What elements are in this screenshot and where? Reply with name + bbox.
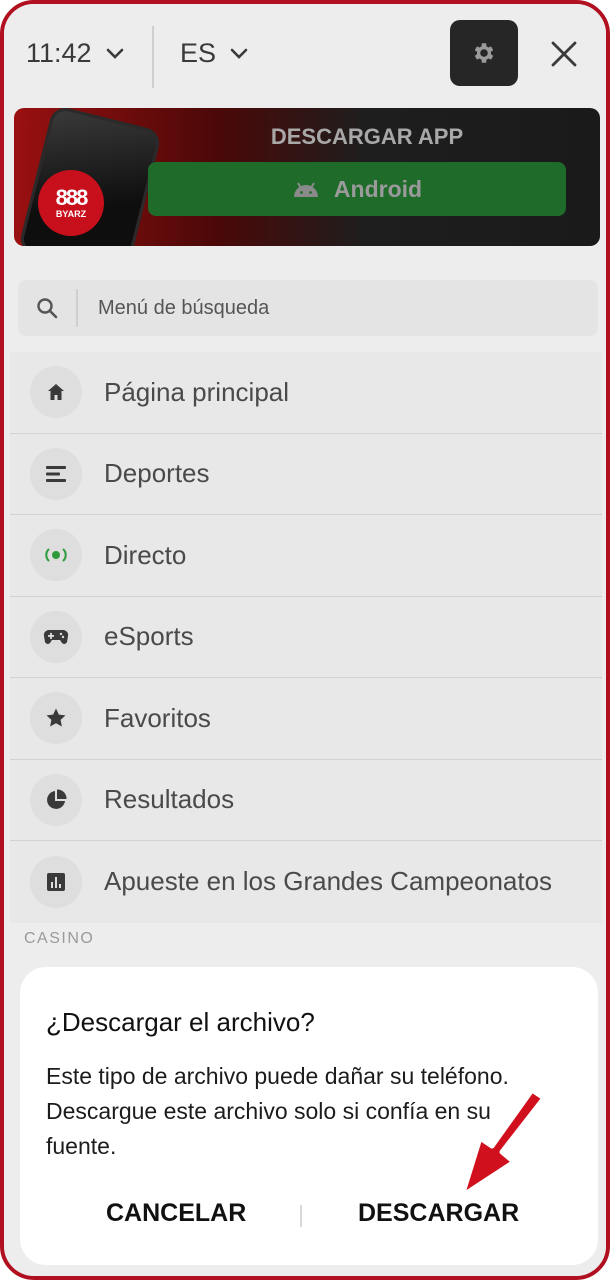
menu-icon-wrap [30, 692, 82, 745]
android-label: Android [333, 175, 423, 202]
menu-item-label: Deportes [104, 458, 210, 489]
download-app-banner: 888 BYARZ DESCARGAR APP Android [14, 108, 600, 246]
cancel-button[interactable]: CANCELAR [106, 1199, 246, 1228]
list-icon [46, 465, 66, 482]
menu-item-label: Resultados [104, 784, 235, 815]
star-icon [46, 708, 66, 727]
chevron-down-icon [106, 48, 123, 59]
chevron-down-icon [230, 48, 248, 59]
close-icon [551, 41, 577, 67]
menu-item-sports[interactable]: Deportes [10, 433, 602, 515]
menu-item-championships[interactable]: Apueste en los Grandes Campeonatos [10, 841, 602, 923]
settings-button[interactable] [450, 20, 518, 86]
menu-item-label: Directo [104, 539, 187, 570]
brand-logo: 888 BYARZ [38, 170, 104, 236]
gamepad-icon [43, 629, 69, 644]
search-separator [76, 289, 78, 327]
bar-chart-icon [47, 872, 65, 891]
menu-item-label: Página principal [104, 376, 290, 407]
search-input[interactable]: Menú de búsqueda [18, 280, 598, 336]
time-value: 11:42 [26, 38, 92, 68]
home-icon [48, 384, 64, 401]
menu-icon-wrap [30, 610, 82, 663]
menu-icon-wrap [30, 773, 82, 826]
section-label-casino: CASINO [24, 930, 95, 947]
close-button[interactable] [544, 34, 584, 74]
language-value: ES [180, 38, 217, 68]
android-download-button[interactable]: Android [148, 162, 566, 216]
time-selector[interactable]: 11:42 [26, 38, 124, 69]
search-icon-wrap [18, 297, 76, 319]
main-menu: Página principal Deportes Directo eSport… [10, 352, 602, 923]
topbar-divider [152, 26, 154, 88]
menu-item-results[interactable]: Resultados [10, 759, 602, 841]
search-placeholder: Menú de búsqueda [98, 296, 270, 319]
pointer-arrow-icon [459, 1087, 547, 1199]
menu-item-esports[interactable]: eSports [10, 596, 602, 678]
menu-item-label: Apueste en los Grandes Campeonatos [104, 866, 553, 897]
menu-icon-wrap [30, 447, 82, 500]
device-frame: 11:42 ES 888 BYARZ DESCARGAR APP Android… [0, 0, 610, 1280]
top-bar: 11:42 ES [4, 4, 606, 108]
dialog-title: ¿Descargar el archivo? [46, 1007, 315, 1037]
logo-mark-icon: 888 [55, 185, 89, 210]
menu-icon-wrap [30, 529, 82, 582]
menu-item-favorites[interactable]: Favoritos [10, 678, 602, 760]
banner-title: DESCARGAR APP [270, 124, 464, 149]
menu-icon-wrap [30, 366, 82, 419]
menu-item-label: eSports [104, 621, 194, 652]
menu-icon-wrap [30, 855, 82, 908]
menu-item-label: Favoritos [104, 702, 211, 733]
live-icon [45, 548, 67, 562]
logo-text: BYARZ [55, 209, 87, 219]
language-selector[interactable]: ES [180, 38, 248, 69]
search-icon [37, 298, 58, 319]
menu-item-home[interactable]: Página principal [10, 352, 602, 434]
screen: 11:42 ES 888 BYARZ DESCARGAR APP Android… [4, 4, 606, 1276]
pie-chart-icon [47, 789, 67, 809]
android-icon [293, 182, 318, 197]
gear-icon [474, 43, 494, 63]
button-separator [300, 1205, 302, 1227]
menu-item-live[interactable]: Directo [10, 515, 602, 597]
